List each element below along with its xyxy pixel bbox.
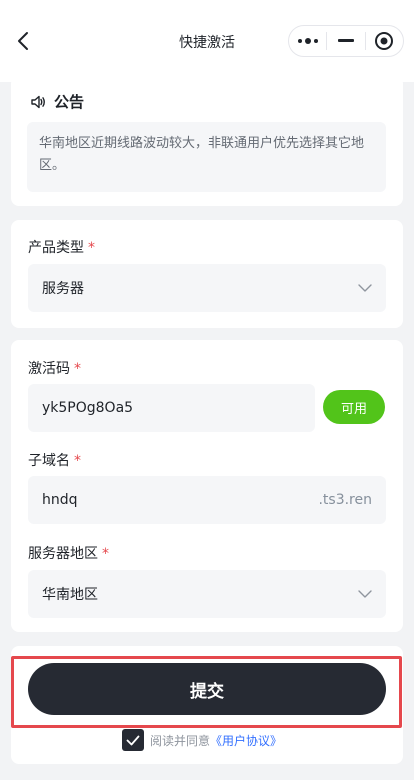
product-type-card: 产品类型 * 服务器 — [11, 220, 403, 328]
navigation-bar: 快捷激活 — [0, 0, 414, 82]
mini-program-capsule — [288, 25, 404, 57]
agreement-row: 阅读并同意 《用户协议》 — [122, 729, 282, 751]
minus-icon — [337, 39, 354, 42]
speaker-icon — [31, 95, 45, 108]
available-button[interactable]: 可用 — [323, 390, 385, 424]
required-mark: * — [88, 240, 95, 256]
product-type-label: 产品类型 * — [28, 237, 95, 257]
target-icon — [375, 32, 394, 50]
notice-text: 华南地区近期线路波动较大，非联通用户优先选择其它地区。 — [27, 122, 386, 192]
subdomain-label: 子域名 * — [28, 450, 81, 470]
chevron-down-icon — [358, 284, 372, 292]
chevron-down-icon — [358, 590, 372, 598]
product-type-value: 服务器 — [42, 281, 84, 297]
check-icon — [126, 735, 140, 745]
notice-header: 公告 — [30, 91, 84, 112]
required-mark: * — [74, 453, 81, 469]
required-mark: * — [74, 361, 81, 377]
activation-code-label-text: 激活码 — [28, 361, 70, 377]
notice-title: 公告 — [54, 93, 85, 111]
required-mark: * — [102, 546, 109, 562]
server-region-label: 服务器地区 * — [28, 543, 109, 563]
activation-code-label: 激活码 * — [28, 358, 81, 378]
server-region-label-text: 服务器地区 — [28, 546, 98, 562]
server-region-select[interactable]: 华南地区 — [28, 570, 386, 618]
minimize-button[interactable] — [327, 26, 364, 56]
subdomain-suffix: .ts3.ren — [318, 492, 372, 508]
more-button[interactable] — [289, 26, 326, 56]
agreement-text: 阅读并同意 — [150, 733, 211, 748]
activation-code-value: yk5POg8Oa5 — [42, 400, 134, 416]
user-agreement-link[interactable]: 《用户协议》 — [210, 732, 282, 749]
product-type-label-text: 产品类型 — [28, 240, 84, 256]
server-region-value: 华南地区 — [42, 587, 98, 603]
submit-button[interactable]: 提交 — [28, 663, 386, 715]
subdomain-value: hndq — [42, 492, 78, 508]
more-dots-icon — [297, 38, 318, 44]
activation-form-card: 激活码 * yk5POg8Oa5 可用 子域名 * hndq .ts3.ren 服务… — [11, 340, 403, 632]
activation-code-input[interactable]: yk5POg8Oa5 — [28, 384, 315, 432]
agreement-checkbox[interactable] — [122, 729, 144, 751]
notice-card: 公告 华南地区近期线路波动较大，非联通用户优先选择其它地区。 — [11, 76, 403, 206]
product-type-select[interactable]: 服务器 — [28, 264, 386, 312]
subdomain-label-text: 子域名 — [28, 453, 70, 469]
subdomain-input[interactable]: hndq .ts3.ren — [28, 476, 386, 524]
close-button[interactable] — [366, 26, 403, 56]
